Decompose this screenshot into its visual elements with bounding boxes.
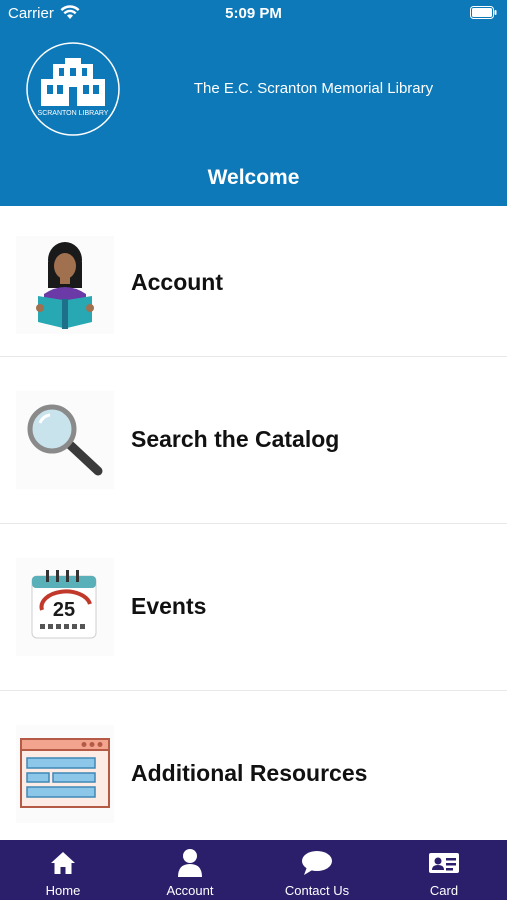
tab-label-account: Account	[166, 883, 214, 898]
magnifying-glass-icon	[16, 391, 114, 489]
menu-label-events: Events	[131, 593, 207, 619]
person-icon	[178, 849, 202, 877]
menu-item-account[interactable]: Account	[0, 206, 507, 357]
library-logo: SCRANTON LIBRARY	[26, 42, 120, 136]
library-name: The E.C. Scranton Memorial Library	[193, 80, 434, 97]
id-card-icon	[429, 853, 459, 873]
menu-item-events[interactable]: 25 Events	[0, 524, 507, 691]
battery-icon	[470, 6, 497, 19]
web-browser-icon	[16, 725, 114, 823]
person-reading-icon	[16, 236, 114, 334]
menu-item-additional-resources[interactable]: Additional Resources	[0, 691, 507, 843]
menu-item-search-catalog[interactable]: Search the Catalog	[0, 357, 507, 524]
tab-home[interactable]: Home	[0, 840, 126, 900]
tab-label-home: Home	[45, 883, 81, 898]
menu-label-search-catalog: Search the Catalog	[131, 426, 340, 452]
app-header: SCRANTON LIBRARY The E.C. Scranton Memor…	[0, 28, 507, 206]
status-bar: Carrier 5:09 PM	[0, 0, 507, 28]
menu-label-account: Account	[131, 269, 223, 295]
calendar-icon: 25	[16, 558, 114, 656]
logo-text: SCRANTON LIBRARY	[38, 110, 109, 117]
main-menu: Account Search the Catalog 25 Events Add…	[0, 206, 507, 843]
tab-label-card: Card	[429, 883, 459, 898]
calendar-day-number: 25	[53, 599, 75, 621]
chat-bubble-icon	[302, 851, 332, 875]
tab-bar: Home Account Contact Us Card	[0, 840, 507, 900]
tab-account[interactable]: Account	[127, 840, 253, 900]
tab-contact-us[interactable]: Contact Us	[254, 840, 380, 900]
status-time: 5:09 PM	[225, 5, 282, 22]
tab-label-contact-us: Contact Us	[284, 883, 350, 898]
tab-card[interactable]: Card	[381, 840, 507, 900]
page-title: Welcome	[207, 166, 300, 189]
home-icon	[51, 852, 75, 874]
menu-label-additional-resources: Additional Resources	[131, 760, 368, 786]
